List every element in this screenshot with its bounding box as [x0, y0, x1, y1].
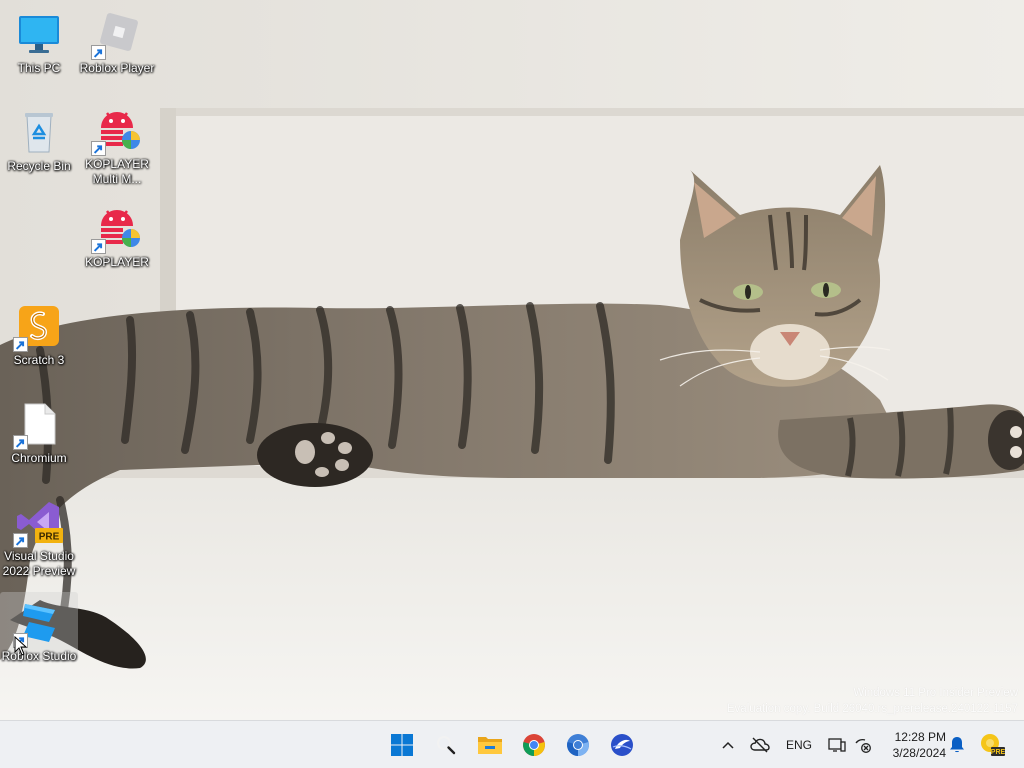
network-disconnected-icon	[855, 738, 871, 753]
notifications-button[interactable]	[946, 733, 968, 757]
pre-badge-text: PRE	[991, 749, 1006, 756]
clock-date: 3/28/2024	[892, 746, 946, 760]
ie-app-button[interactable]	[604, 727, 640, 763]
desktop-icon-koplayer-multi[interactable]: KOPLAYER Multi M...	[78, 100, 156, 192]
desktop-icon-visual-studio-2022-preview[interactable]: PRE Visual Studio 2022 Preview	[0, 492, 78, 584]
desktop-icon-chromium[interactable]: Chromium	[0, 394, 78, 484]
folder-icon	[478, 737, 502, 754]
onedrive-status-button[interactable]	[748, 733, 772, 757]
koplayer-icon	[91, 204, 141, 254]
desktop-icon-label: Roblox Studio	[1, 649, 77, 663]
pre-badge-text: PRE	[39, 532, 60, 543]
chromium-icon	[567, 734, 589, 756]
file-explorer-button[interactable]	[472, 727, 508, 763]
watermark-line-2: Evaluation copy. Build 26040.rs_prerelea…	[726, 703, 1018, 715]
desktop-icon-label: Scratch 3	[13, 353, 65, 367]
insider-preview-button[interactable]: PRE	[978, 730, 1006, 760]
roblox-player-icon	[91, 10, 141, 60]
windows-evaluation-watermark: Windows 11 Pro Insider Preview Evaluatio…	[727, 685, 1018, 717]
insider-pre-icon: PRE	[981, 734, 1006, 756]
desktop-icon-koplayer[interactable]: KOPLAYER	[78, 198, 156, 288]
shortcut-arrow-icon	[91, 141, 106, 156]
desktop-icon-scratch-3[interactable]: Scratch 3	[0, 296, 78, 386]
chevron-up-icon	[722, 741, 734, 749]
show-hidden-icons-button[interactable]	[718, 733, 738, 757]
desktop-icon-roblox-studio[interactable]: Roblox Studio	[0, 592, 78, 663]
monitor-icon	[15, 10, 63, 58]
shortcut-arrow-icon	[91, 239, 106, 254]
cloud-off-icon	[750, 737, 770, 753]
chromium-button[interactable]	[560, 727, 596, 763]
bell-icon	[950, 737, 964, 753]
taskbar: ENG 12:28 PM 3/28/2024 PRE	[0, 720, 1024, 768]
search-icon	[437, 736, 456, 755]
desktop-icon-label: Chromium	[11, 451, 67, 465]
mouse-cursor-icon	[14, 635, 28, 661]
shortcut-arrow-icon	[13, 435, 28, 450]
watermark-line-1: Windows 11 Pro Insider Preview	[853, 687, 1018, 699]
start-button[interactable]	[384, 727, 420, 763]
search-button[interactable]	[428, 727, 464, 763]
scratch-icon	[13, 302, 63, 352]
chrome-icon	[523, 734, 545, 756]
shortcut-arrow-icon	[13, 337, 28, 352]
shortcut-arrow-icon	[13, 533, 28, 548]
clock-button[interactable]: 12:28 PM 3/28/2024	[880, 727, 946, 763]
chrome-button[interactable]	[516, 727, 552, 763]
monitor-phone-icon	[828, 738, 846, 752]
display-device-button[interactable]	[826, 733, 848, 757]
windows-logo-icon	[391, 734, 413, 756]
visual-studio-preview-icon: PRE	[13, 498, 63, 548]
desktop-icon-this-pc[interactable]: This PC	[0, 4, 78, 94]
desktop-icon-label: This PC	[17, 61, 61, 75]
desktop-icon-label: Recycle Bin	[7, 159, 71, 173]
desktop-icon-label: KOPLAYER Multi M...	[85, 157, 149, 186]
shortcut-arrow-icon	[91, 45, 106, 60]
input-language-button[interactable]: ENG	[782, 733, 816, 757]
desktop-icon-label: Roblox Player	[79, 61, 155, 75]
desktop-icon-label: Visual Studio 2022 Preview	[2, 549, 76, 578]
desktop-icon-roblox-player[interactable]: Roblox Player	[78, 4, 156, 94]
network-status-button[interactable]	[852, 733, 874, 757]
koplayer-icon	[91, 106, 141, 156]
blue-e-swirl-icon	[611, 734, 633, 756]
clock-time: 12:28 PM	[894, 730, 946, 744]
blank-file-icon	[13, 400, 63, 450]
desktop-icon-label: KOPLAYER	[85, 255, 149, 269]
desktop-icon-recycle-bin[interactable]: Recycle Bin	[0, 102, 78, 192]
recycle-bin-icon	[15, 108, 63, 156]
